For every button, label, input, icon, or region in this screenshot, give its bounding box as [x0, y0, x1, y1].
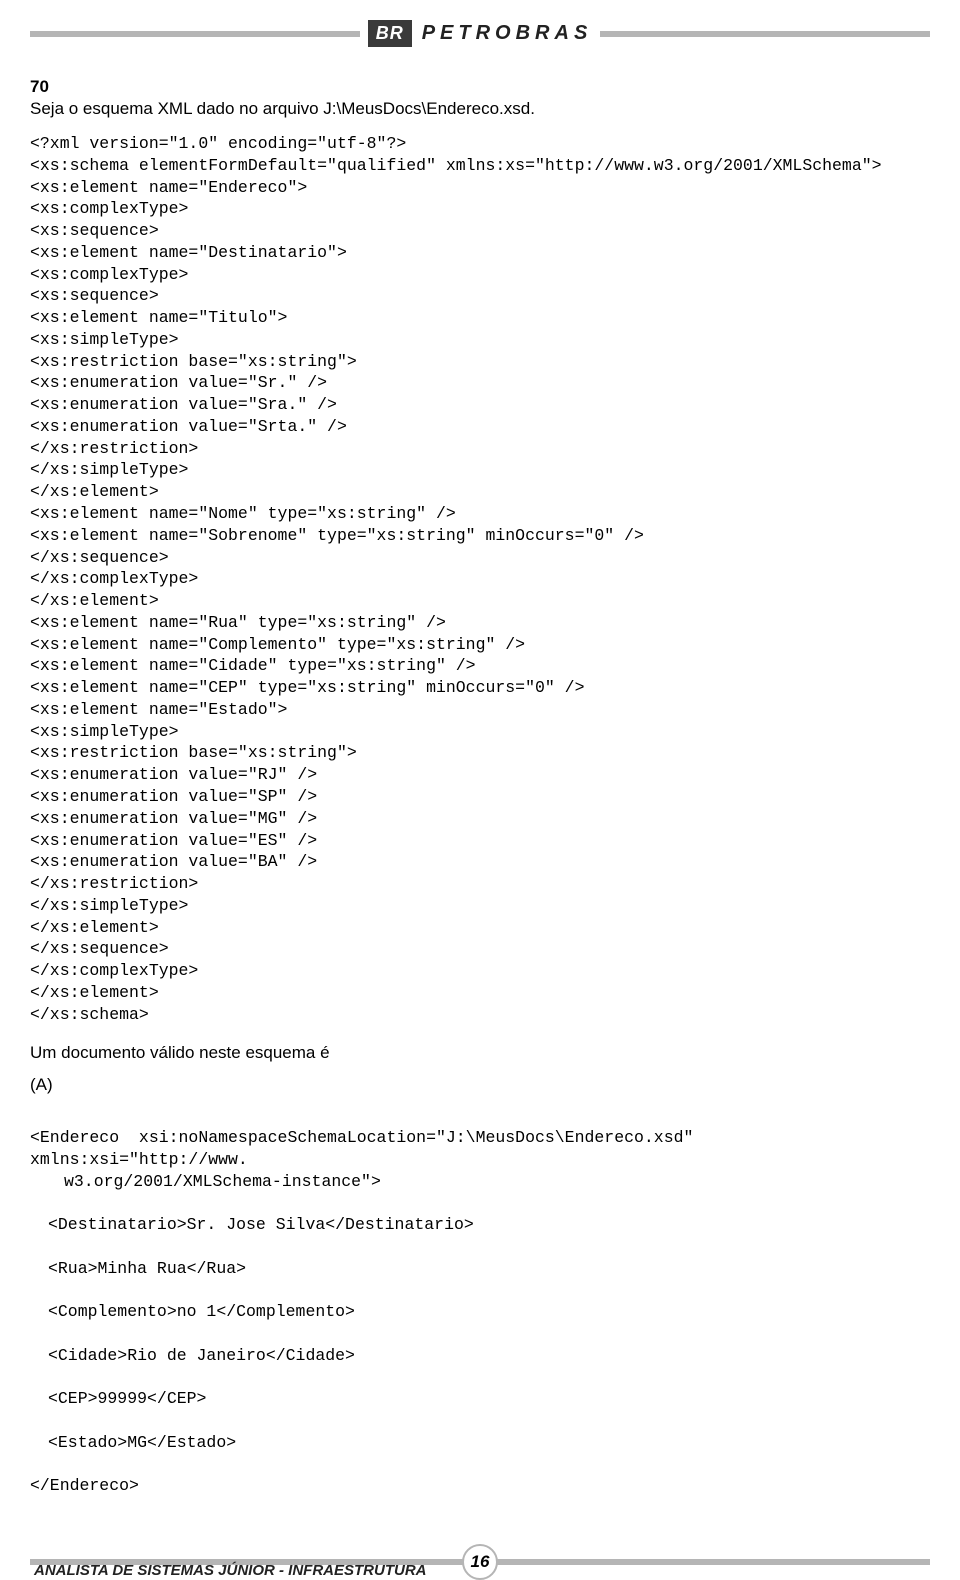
- footer-title: ANALISTA DE SISTEMAS JÚNIOR - INFRAESTRU…: [30, 1562, 427, 1579]
- logo-block: BR PETROBRAS: [360, 20, 601, 47]
- option-a-code: <Endereco xsi:noNamespaceSchemaLocation=…: [30, 1105, 930, 1519]
- logo-br-icon: BR: [368, 20, 412, 47]
- page-header: BR PETROBRAS: [30, 20, 930, 47]
- code-line: <Cidade>Rio de Janeiro</Cidade>: [30, 1345, 930, 1367]
- page-footer: ANALISTA DE SISTEMAS JÚNIOR - INFRAESTRU…: [30, 1559, 930, 1579]
- page-number-badge: 16: [462, 1544, 498, 1580]
- code-line: <Estado>MG</Estado>: [30, 1432, 930, 1454]
- question-intro: Seja o esquema XML dado no arquivo J:\Me…: [30, 99, 930, 119]
- code-line: <Rua>Minha Rua</Rua>: [30, 1258, 930, 1280]
- code-line: w3.org/2001/XMLSchema-instance">: [30, 1171, 930, 1193]
- question-number: 70: [30, 77, 930, 97]
- question-prompt: Um documento válido neste esquema é: [30, 1043, 930, 1063]
- header-rule-left: [30, 31, 360, 37]
- code-line: <CEP>99999</CEP>: [30, 1388, 930, 1410]
- code-line: <Endereco xsi:noNamespaceSchemaLocation=…: [30, 1128, 713, 1169]
- header-rule-right: [600, 31, 930, 37]
- logo-text: PETROBRAS: [422, 22, 593, 45]
- code-line: </Endereco>: [30, 1476, 139, 1495]
- xml-schema-code: <?xml version="1.0" encoding="utf-8"?> <…: [30, 133, 930, 1025]
- code-line: <Destinatario>Sr. Jose Silva</Destinatar…: [30, 1214, 930, 1236]
- code-line: <Complemento>no 1</Complemento>: [30, 1301, 930, 1323]
- option-a-label: (A): [30, 1075, 930, 1095]
